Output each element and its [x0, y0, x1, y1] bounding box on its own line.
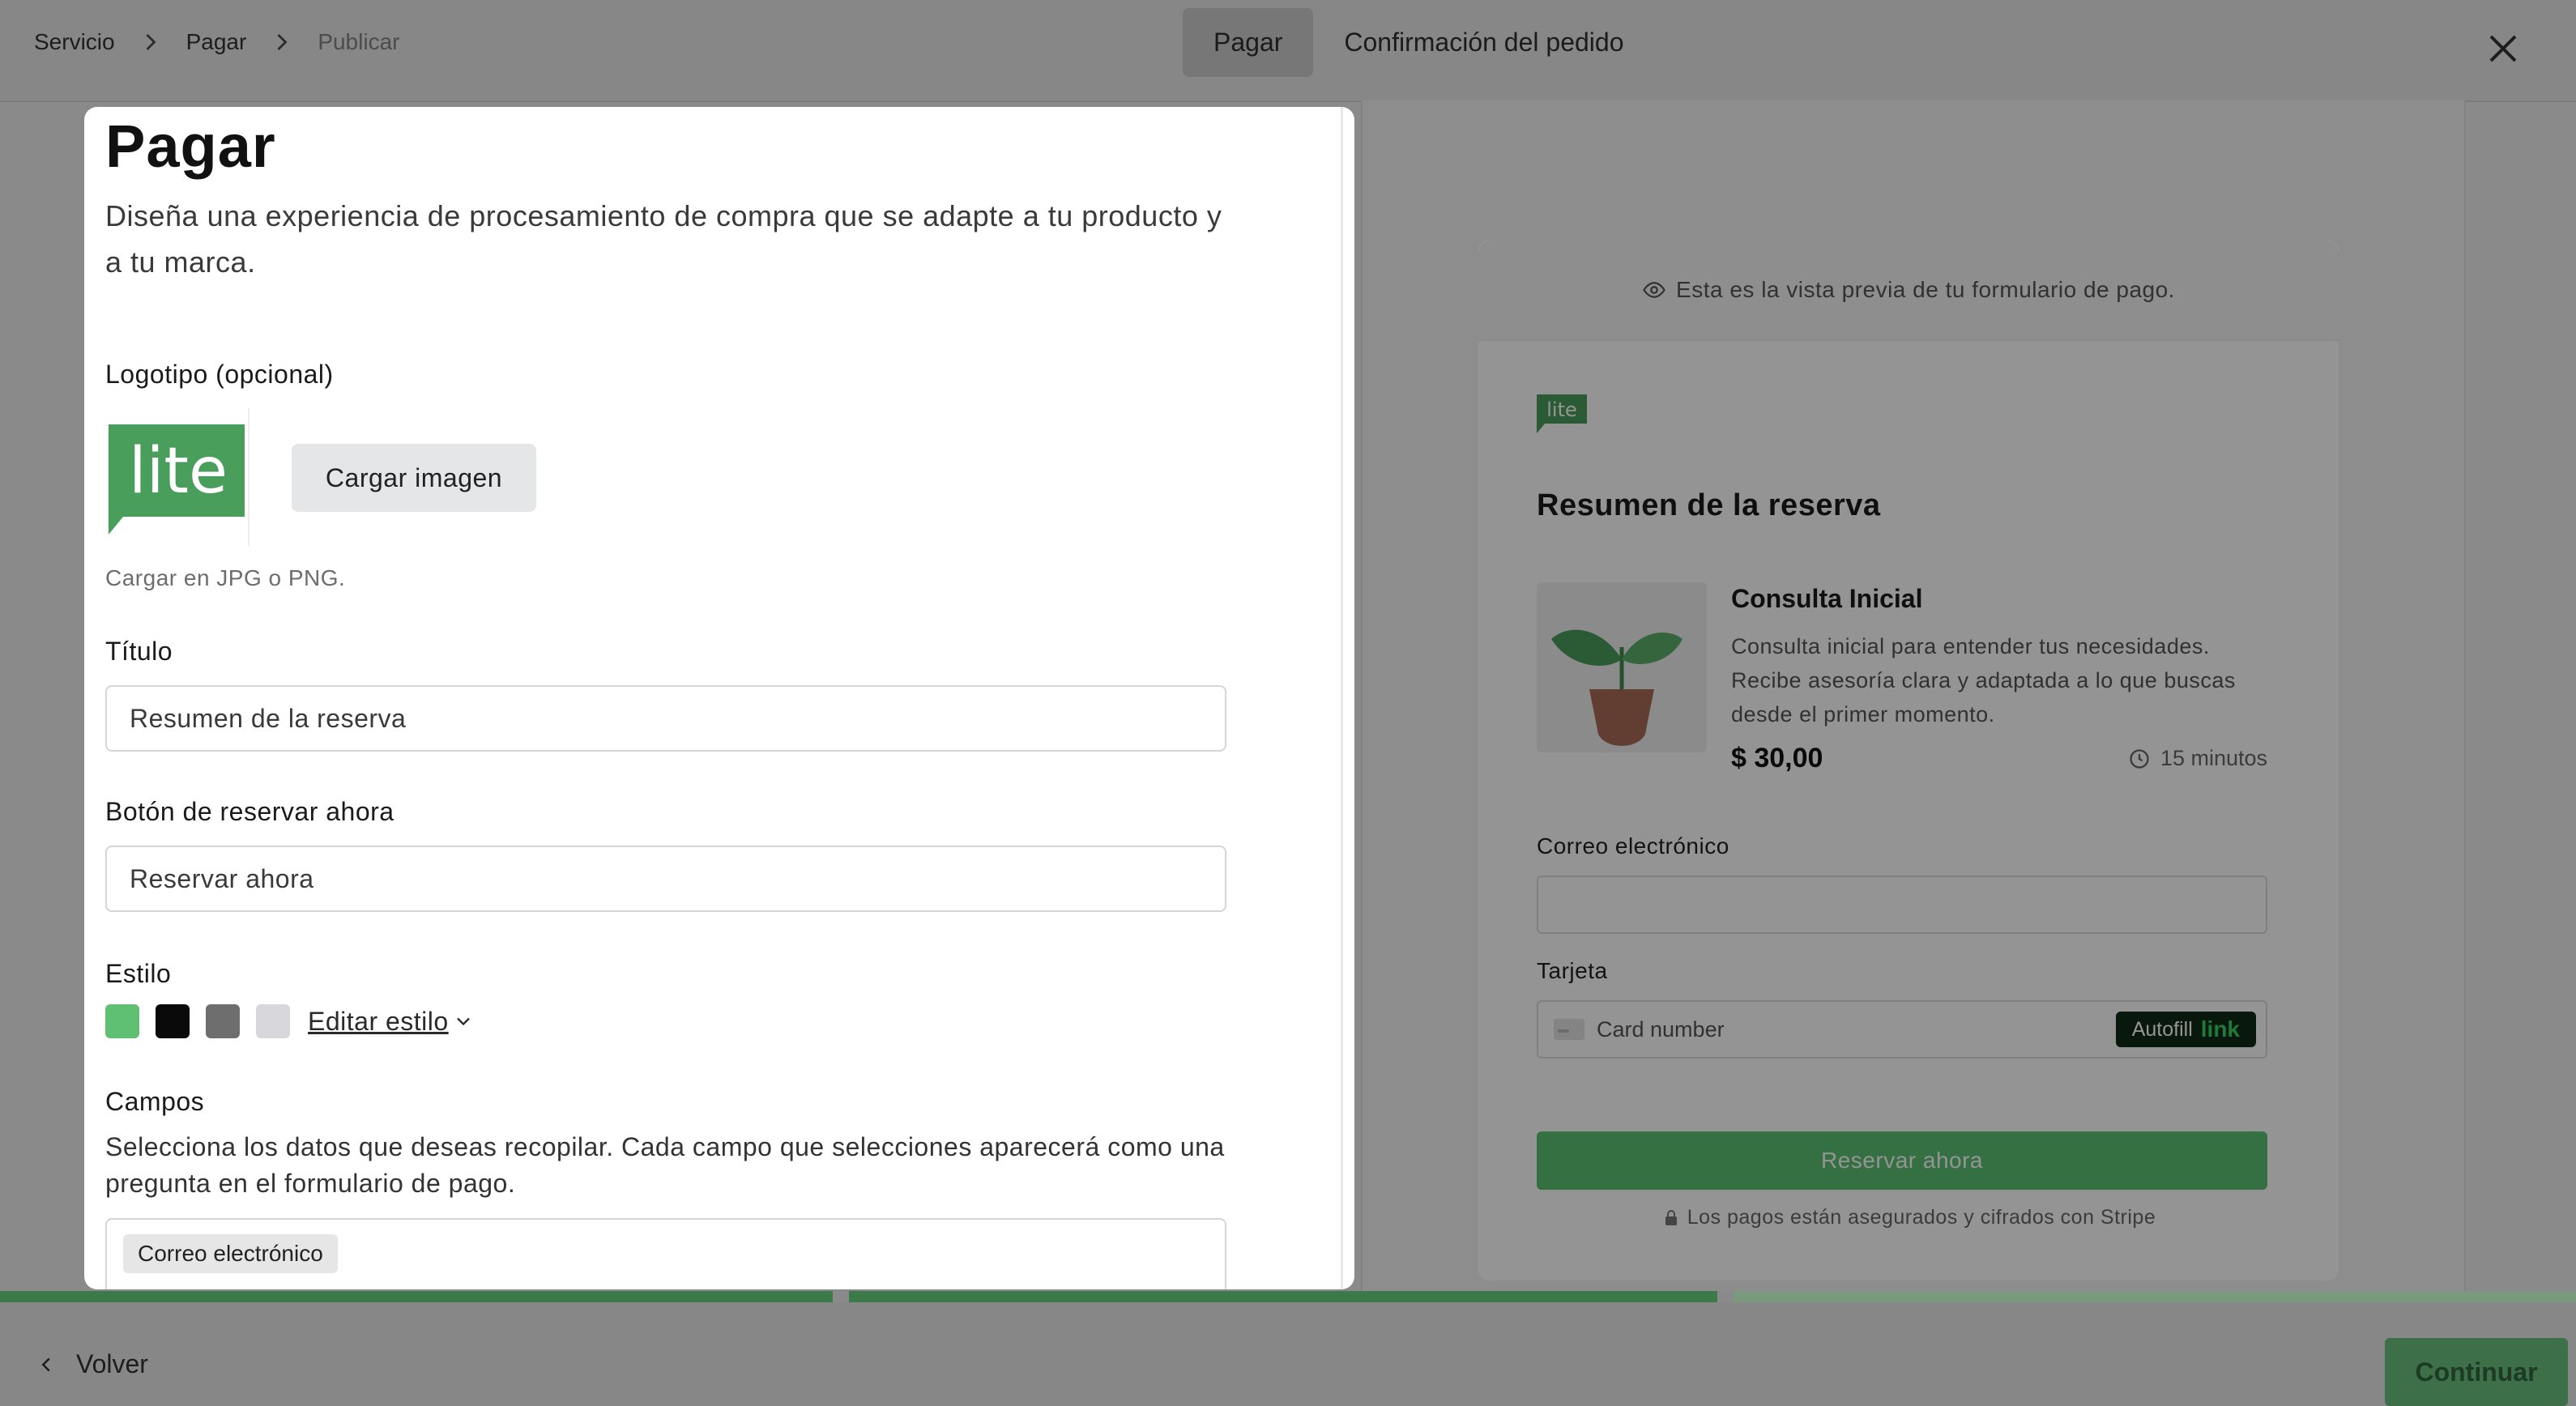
- card-icon: [1554, 1019, 1584, 1040]
- clock-icon: [2130, 748, 2149, 769]
- preview-banner-text: Esta es la vista previa de tu formulario…: [1676, 277, 2175, 302]
- product-description: Consulta inicial para entender tus neces…: [1731, 634, 2236, 726]
- reserve-now-button[interactable]: Reservar ahora: [1537, 1131, 2267, 1190]
- swatch-light-gray[interactable]: [256, 1004, 290, 1038]
- progress-gap: [1717, 1291, 1734, 1302]
- logo-label: Logotipo (opcional): [105, 360, 334, 389]
- chevron-left-icon: [41, 1357, 50, 1371]
- page-description: Diseña una experiencia de procesamiento …: [105, 199, 1222, 279]
- field-chip-email[interactable]: Correo electrónico: [123, 1234, 338, 1273]
- progress-segment-3: [1734, 1291, 2576, 1302]
- breadcrumb-item-publicar[interactable]: Publicar: [318, 29, 399, 55]
- eye-icon: [1643, 282, 1665, 298]
- title-input[interactable]: Resumen de la reserva: [105, 685, 1226, 752]
- back-label: Volver: [76, 1349, 148, 1378]
- swatch-black[interactable]: [156, 1004, 190, 1038]
- page-title: Pagar: [105, 113, 276, 180]
- preview-logo: lite: [1537, 394, 1587, 437]
- top-bar: Servicio Pagar Publicar Pagar Confirmaci…: [0, 0, 2576, 102]
- style-swatches: Editar estilo: [105, 1004, 475, 1038]
- breadcrumb-item-pagar[interactable]: Pagar: [186, 29, 247, 55]
- progress-segment-2: [849, 1291, 1717, 1302]
- progress-segment-1: [0, 1291, 833, 1302]
- tab-confirmacion[interactable]: Confirmación del pedido: [1313, 8, 1654, 77]
- product-image: [1537, 582, 1707, 752]
- breadcrumb: Servicio Pagar Publicar: [34, 28, 399, 57]
- logo-preview: lite: [105, 408, 249, 546]
- step-tabs: Pagar Confirmación del pedido: [1183, 8, 1654, 77]
- card-placeholder: Card number: [1597, 1016, 1725, 1042]
- preview-banner: Esta es la vista previa de tu formulario…: [1478, 241, 2339, 341]
- tab-pagar[interactable]: Pagar: [1183, 8, 1314, 77]
- checkout-preview: Esta es la vista previa de tu formulario…: [1478, 241, 2339, 1280]
- fields-selector[interactable]: Correo electrónico: [105, 1218, 1226, 1289]
- preview-heading: Resumen de la reserva: [1537, 488, 1881, 522]
- product-name: Consulta Inicial: [1731, 584, 1923, 613]
- footer-bar: Volver Continuar: [0, 1302, 2576, 1406]
- chevron-right-icon: [277, 34, 288, 50]
- autofill-text: Autofill: [2131, 1017, 2193, 1041]
- secure-text: Los pagos están asegurados y cifrados co…: [1687, 1206, 2156, 1229]
- product-duration: 15 minutos: [2128, 746, 2267, 771]
- email-label: Correo electrónico: [1537, 833, 1729, 859]
- style-label: Estilo: [105, 959, 172, 988]
- continue-button[interactable]: Continuar: [2385, 1338, 2568, 1406]
- product-price: $ 30,00: [1731, 743, 1823, 773]
- progress-bar: [0, 1291, 2576, 1302]
- scrollbar[interactable]: [1341, 107, 1343, 1289]
- edit-style-dropdown[interactable]: Editar estilo: [308, 1007, 475, 1037]
- autofill-link-button[interactable]: Autofill link: [2115, 1012, 2256, 1047]
- fields-description: Selecciona los datos que deseas recopila…: [105, 1132, 1225, 1198]
- edit-style-label: Editar estilo: [308, 1006, 449, 1036]
- secure-note: Los pagos están asegurados y cifrados co…: [1478, 1206, 2339, 1229]
- lock-icon: [1665, 1209, 1677, 1225]
- fields-label: Campos: [105, 1087, 205, 1116]
- book-button-input[interactable]: Reservar ahora: [105, 846, 1226, 912]
- upload-image-button[interactable]: Cargar imagen: [292, 444, 536, 512]
- swatch-gray[interactable]: [206, 1004, 240, 1038]
- close-icon[interactable]: [2479, 24, 2527, 73]
- progress-gap: [833, 1291, 849, 1302]
- checkout-settings-panel: Pagar Diseña una experiencia de procesam…: [84, 107, 1354, 1289]
- svg-text:lite: lite: [129, 435, 228, 508]
- duration-text: 15 minutos: [2160, 746, 2267, 770]
- email-input[interactable]: [1537, 876, 2267, 934]
- card-label: Tarjeta: [1537, 958, 1608, 983]
- book-button-label: Botón de reservar ahora: [105, 797, 395, 826]
- title-field-label: Título: [105, 637, 173, 666]
- chevron-right-icon: [146, 34, 156, 50]
- swatch-green[interactable]: [105, 1004, 139, 1038]
- upload-hint: Cargar en JPG o PNG.: [105, 565, 346, 590]
- chevron-down-icon: [456, 1017, 470, 1026]
- back-button[interactable]: Volver: [34, 1349, 148, 1379]
- svg-text:lite: lite: [1546, 398, 1577, 421]
- link-logo: link: [2200, 1016, 2240, 1042]
- breadcrumb-item-servicio[interactable]: Servicio: [34, 29, 115, 55]
- card-input[interactable]: Card number Autofill link: [1537, 1000, 2267, 1059]
